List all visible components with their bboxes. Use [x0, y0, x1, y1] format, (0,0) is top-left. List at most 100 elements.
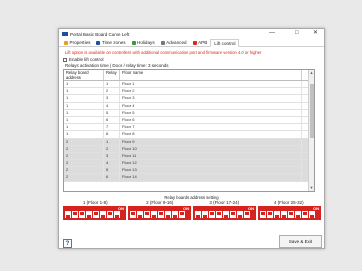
tab-apb[interactable]: APB	[190, 39, 211, 46]
table-row[interactable]: 2 6 Floor 14	[64, 174, 314, 182]
table-row[interactable]: 1 4 Floor 4	[64, 102, 314, 110]
cell-floor-name[interactable]: Floor 1	[120, 81, 302, 88]
cell-relay[interactable]: 5	[104, 109, 120, 116]
dip-switch[interactable]	[209, 211, 215, 218]
table-row[interactable]: 2 5 Floor 13	[64, 167, 314, 175]
save-exit-button[interactable]: Save & Exit	[279, 235, 322, 248]
enable-lift-control-checkbox[interactable]: Enable lift control	[63, 57, 104, 62]
cell-relay-board-address[interactable]: 2	[64, 160, 104, 167]
table-row[interactable]: 2 1 Floor 9	[64, 138, 314, 146]
dip-switch[interactable]	[107, 211, 113, 218]
cell-floor-name[interactable]: Floor 11	[120, 152, 302, 160]
dip-switch[interactable]	[79, 211, 85, 218]
cell-floor-name[interactable]: Floor 7	[120, 124, 302, 131]
cell-relay-board-address[interactable]: 2	[64, 174, 104, 181]
cell-relay[interactable]: 2	[104, 88, 120, 95]
checkbox-box[interactable]	[63, 57, 67, 62]
table-row[interactable]: 2 2 Floor 10	[64, 145, 314, 153]
cell-floor-name[interactable]: Floor 3	[120, 95, 302, 102]
dip-switch[interactable]	[309, 211, 315, 218]
table-row[interactable]: 1 8 Floor 8	[64, 131, 314, 139]
cell-relay-board-address[interactable]: 1	[64, 88, 104, 95]
help-button[interactable]: ?	[63, 239, 72, 248]
cell-floor-name[interactable]: Floor 13	[120, 167, 302, 174]
dip-switch[interactable]	[202, 211, 208, 218]
cell-floor-name[interactable]: Floor 6	[120, 116, 302, 124]
table-row[interactable]: 1 6 Floor 6	[64, 116, 314, 125]
cell-relay[interactable]: 5	[104, 167, 120, 174]
cell-floor-name[interactable]: Floor 8	[120, 131, 302, 138]
dip-switch[interactable]	[260, 211, 266, 218]
cell-relay[interactable]: 2	[104, 145, 120, 152]
close-button[interactable]: ✕	[313, 30, 318, 37]
cell-floor-name[interactable]: Floor 4	[120, 102, 302, 109]
cell-relay-board-address[interactable]: 2	[64, 152, 104, 160]
dip-switch[interactable]	[165, 211, 171, 218]
table-row[interactable]: 2 4 Floor 12	[64, 160, 314, 168]
cell-relay-board-address[interactable]: 1	[64, 102, 104, 109]
dip-switch[interactable]	[72, 211, 78, 218]
dip-switch[interactable]	[274, 211, 280, 218]
dip-switch[interactable]	[158, 211, 164, 218]
dip-switch[interactable]	[237, 211, 243, 218]
dip-switch[interactable]	[144, 211, 150, 218]
table-scrollbar[interactable]: ▲ ▼	[308, 70, 314, 191]
cell-relay-board-address[interactable]: 2	[64, 167, 104, 174]
cell-floor-name[interactable]: Floor 12	[120, 160, 302, 167]
tab-lift-control[interactable]: Lift control	[210, 39, 240, 47]
column-header-relay[interactable]: Relay	[104, 70, 120, 80]
dip-switch[interactable]	[195, 211, 201, 218]
cell-relay[interactable]: 1	[104, 138, 120, 145]
dip-switch[interactable]	[86, 211, 92, 218]
column-header-floor-name[interactable]: Floor name	[120, 70, 302, 80]
cell-relay-board-address[interactable]: 1	[64, 131, 104, 138]
cell-floor-name[interactable]: Floor 10	[120, 145, 302, 152]
cell-floor-name[interactable]: Floor 14	[120, 174, 302, 181]
scroll-thumb[interactable]	[310, 84, 314, 138]
cell-relay-board-address[interactable]: 1	[64, 124, 104, 131]
cell-relay-board-address[interactable]: 1	[64, 95, 104, 102]
dip-switch[interactable]	[281, 211, 287, 218]
maximize-button[interactable]: □	[295, 30, 299, 37]
cell-floor-name[interactable]: Floor 9	[120, 138, 302, 145]
dip-switch[interactable]	[295, 211, 301, 218]
scroll-up-icon[interactable]: ▲	[310, 71, 314, 75]
cell-relay[interactable]: 3	[104, 152, 120, 160]
cell-relay-board-address[interactable]: 1	[64, 109, 104, 116]
cell-relay-board-address[interactable]: 1	[64, 81, 104, 88]
cell-relay-board-address[interactable]: 2	[64, 138, 104, 145]
table-row[interactable]: 2 3 Floor 11	[64, 152, 314, 161]
table-row[interactable]: 1 3 Floor 3	[64, 95, 314, 103]
tab-time-zones[interactable]: Time zones	[93, 39, 128, 46]
scroll-down-icon[interactable]: ▼	[310, 186, 314, 190]
table-row[interactable]: 1 1 Floor 1	[64, 81, 314, 89]
cell-floor-name[interactable]: Floor 5	[120, 109, 302, 116]
dip-switch[interactable]	[151, 211, 157, 218]
dip-switch[interactable]	[288, 211, 294, 218]
cell-relay[interactable]: 8	[104, 131, 120, 138]
dip-switch[interactable]	[93, 211, 99, 218]
cell-relay[interactable]: 7	[104, 124, 120, 131]
cell-relay[interactable]: 4	[104, 160, 120, 167]
dip-switch[interactable]	[130, 211, 136, 218]
dip-switch[interactable]	[223, 211, 229, 218]
tab-holidays[interactable]: Holidays	[129, 39, 158, 46]
cell-relay[interactable]: 6	[104, 174, 120, 181]
cell-relay-board-address[interactable]: 1	[64, 116, 104, 124]
dip-switch[interactable]	[172, 211, 178, 218]
table-row[interactable]: 1 7 Floor 7	[64, 124, 314, 132]
cell-relay[interactable]: 3	[104, 95, 120, 102]
cell-floor-name[interactable]: Floor 2	[120, 88, 302, 95]
table-row[interactable]: 1 5 Floor 5	[64, 109, 314, 117]
cell-relay[interactable]: 1	[104, 81, 120, 88]
dip-switch[interactable]	[267, 211, 273, 218]
dip-switch[interactable]	[216, 211, 222, 218]
table-row[interactable]: 1 2 Floor 2	[64, 88, 314, 96]
dip-switch[interactable]	[114, 211, 120, 218]
cell-relay[interactable]: 6	[104, 116, 120, 124]
minimize-button[interactable]: —	[269, 30, 275, 37]
cell-relay[interactable]: 4	[104, 102, 120, 109]
column-header-relay-board-address[interactable]: Relay board address	[64, 70, 104, 80]
dip-switch[interactable]	[100, 211, 106, 218]
tab-properties[interactable]: Properties	[61, 39, 93, 46]
